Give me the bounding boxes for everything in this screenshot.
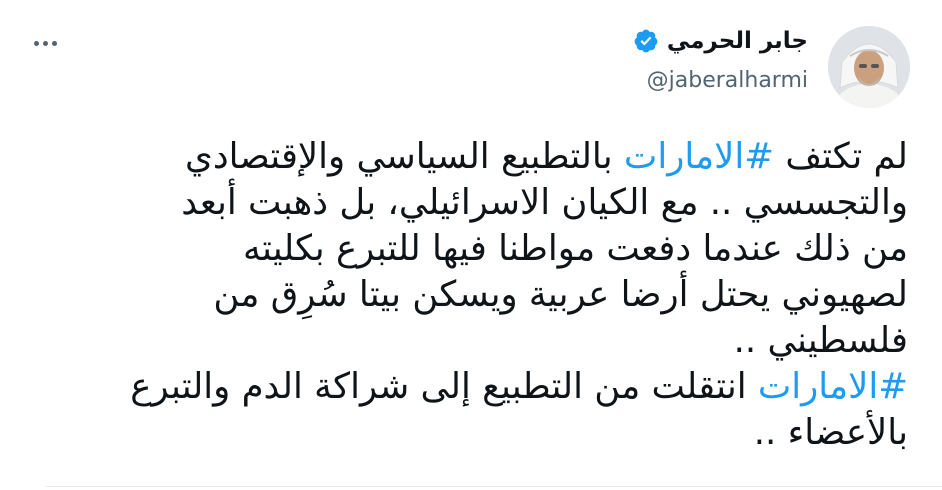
author-display-name: جابر الحرمي [666,28,808,54]
avatar-image [828,26,910,108]
more-options-icon [33,40,39,46]
tweet-line: #الامارات انتقلت من التطبيع إلى شراكة ال… [28,364,908,410]
hashtag-link[interactable]: #الامارات [758,366,908,407]
tweet-line: بالأعضاء .. [28,410,908,456]
tweet-text-segment: لم تكتف [774,136,908,177]
hashtag-link[interactable]: #الامارات [624,136,774,177]
tweet-text-segment: من ذلك عندما دفعت مواطنا فيها للتبرع بكل… [242,228,908,269]
author-handle[interactable]: @jaberalharmi [647,68,808,93]
tweet-text-segment: بالتطبيع السياسي والإقتصادي [185,136,624,177]
bottom-divider [46,486,942,490]
tweet-line: لصهيوني يحتل أرضا عربية ويسكن بيتا سُرِق… [28,272,908,318]
more-options-icon-dot [42,40,48,46]
tweet-text-segment: بالأعضاء .. [753,412,908,453]
more-options-icon-dot [51,40,57,46]
tweet-text-segment: والتجسسي .. مع الكيان الاسرائيلي، بل ذهب… [181,182,908,223]
tweet-text-segment: فلسطيني .. [733,320,908,361]
tweet-text: لم تكتف #الامارات بالتطبيع السياسي والإق… [28,134,908,456]
tweet-card: جابر الحرمي @jaberalharmi لم تكتف #الاما… [0,0,942,490]
avatar[interactable] [828,26,910,108]
tweet-line: فلسطيني .. [28,318,908,364]
tweet-line: من ذلك عندما دفعت مواطنا فيها للتبرع بكل… [28,226,908,272]
tweet-text-segment: لصهيوني يحتل أرضا عربية ويسكن بيتا سُرِق… [213,274,908,315]
verified-badge-icon [634,29,658,53]
tweet-line: والتجسسي .. مع الكيان الاسرائيلي، بل ذهب… [28,180,908,226]
author-name-row[interactable]: جابر الحرمي [633,28,808,54]
tweet-text-segment: انتقلت من التطبيع إلى شراكة الدم والتبرع [130,366,758,407]
more-options-button[interactable] [30,33,60,53]
tweet-line: لم تكتف #الامارات بالتطبيع السياسي والإق… [28,134,908,180]
